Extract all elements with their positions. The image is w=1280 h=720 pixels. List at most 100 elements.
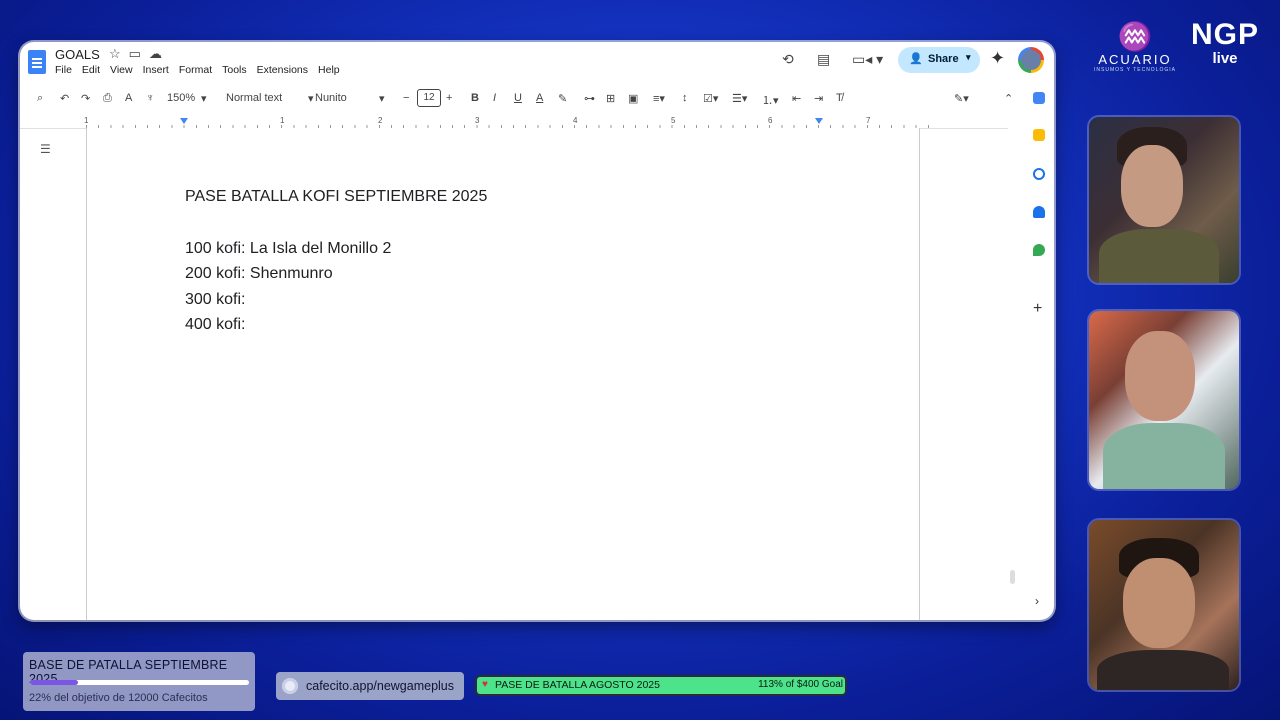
add-addon-icon[interactable]: + — [1033, 300, 1042, 318]
goal-progress-fill — [30, 680, 79, 685]
gemini-sparkle-icon[interactable]: ✦ — [990, 48, 1005, 69]
document-page[interactable]: PASE BATALLA KOFI SEPTIEMBRE 2025 100 ko… — [86, 128, 920, 620]
right-indent-marker[interactable] — [815, 118, 823, 124]
calendar-icon[interactable] — [1033, 92, 1045, 104]
chevron-down-icon: ▾ — [379, 93, 385, 105]
zoom-select[interactable]: 150% — [167, 92, 195, 104]
comments-icon[interactable]: ▤ — [817, 51, 830, 68]
formatting-toolbar: ⌕ ↶ ↷ ⎙ A ♆ 150% ▾ Normal text ▾ Nunito … — [30, 88, 1022, 112]
document-line[interactable]: 300 kofi: — [185, 287, 487, 313]
menu-file[interactable]: File — [55, 64, 72, 76]
increase-font-icon[interactable]: + — [446, 92, 452, 104]
streamer-shirt — [1103, 423, 1225, 489]
ruler-label: 3 — [475, 116, 480, 125]
bulleted-list-icon[interactable]: ☰▾ — [732, 92, 747, 105]
clear-formatting-icon[interactable]: T̸ — [836, 92, 843, 104]
share-button[interactable]: 👤 Share ▾ — [898, 47, 980, 73]
menu-bar: File Edit View Insert Format Tools Exten… — [55, 64, 340, 76]
meet-icon[interactable]: ▭◂ ▾ — [852, 51, 883, 68]
streamer-jacket — [1099, 229, 1219, 283]
document-body[interactable]: PASE BATALLA KOFI SEPTIEMBRE 2025 100 ko… — [185, 184, 487, 338]
increase-indent-icon[interactable]: ⇥ — [814, 92, 823, 105]
decrease-font-icon[interactable]: − — [403, 92, 409, 104]
streamer-face — [1123, 558, 1195, 648]
search-icon[interactable]: ⌕ — [37, 92, 43, 105]
document-line[interactable]: 400 kofi: — [185, 312, 487, 338]
font-size-input[interactable]: 12 — [417, 89, 441, 107]
cafecito-icon — [282, 678, 298, 694]
docs-logo-icon[interactable] — [28, 50, 46, 74]
font-select[interactable]: Nunito — [315, 92, 347, 104]
menu-format[interactable]: Format — [179, 64, 212, 76]
ruler-label: 5 — [671, 116, 676, 125]
menu-view[interactable]: View — [110, 64, 133, 76]
numbered-list-icon[interactable]: ⒈▾ — [762, 92, 779, 108]
document-title[interactable]: GOALS — [55, 47, 100, 62]
chevron-down-icon: ▾ — [201, 93, 207, 105]
menu-insert[interactable]: Insert — [143, 64, 169, 76]
decrease-indent-icon[interactable]: ⇤ — [792, 92, 801, 105]
ruler-label: 1 — [84, 116, 89, 125]
ngp-live-logo: NGP live — [1190, 20, 1260, 68]
streamer-shirt — [1097, 650, 1229, 690]
bold-icon[interactable]: B — [471, 92, 479, 104]
text-color-icon[interactable]: A — [536, 92, 543, 104]
document-line[interactable]: 200 kofi: Shenmunro — [185, 261, 487, 287]
ruler[interactable]: 1 1 2 3 4 5 6 7 — [20, 114, 1008, 129]
cafecito-link-widget: cafecito.app/newgameplus — [276, 672, 464, 700]
add-comment-icon[interactable]: ⊞ — [606, 92, 615, 105]
streamer-face — [1121, 145, 1183, 227]
ruler-label: 7 — [866, 116, 871, 125]
move-folder-icon[interactable]: ▭ — [129, 46, 149, 61]
menu-edit[interactable]: Edit — [82, 64, 100, 76]
contacts-icon[interactable] — [1033, 206, 1045, 218]
chevron-right-icon[interactable]: › — [1035, 594, 1039, 608]
stream-background: GOALS ☆▭☁ File Edit View Insert Format T… — [0, 0, 1280, 720]
highlight-icon[interactable]: ✎ — [558, 92, 567, 105]
acuario-logo-sub: INSUMOS Y TECNOLOGIA — [1094, 67, 1176, 73]
left-indent-marker[interactable] — [180, 118, 188, 124]
heart-icon: ♥ — [482, 679, 488, 690]
document-outline-icon[interactable]: ☰ — [40, 142, 51, 156]
people-icon: 👤 — [909, 53, 923, 65]
version-history-icon[interactable]: ⟲ — [782, 51, 794, 68]
align-icon[interactable]: ≡▾ — [653, 92, 665, 105]
print-icon[interactable]: ⎙ — [103, 92, 112, 105]
chevron-down-icon[interactable]: ▾ — [966, 52, 971, 63]
link-icon[interactable]: ⊶ — [584, 92, 595, 105]
cloud-status-icon[interactable]: ☁ — [149, 46, 170, 61]
star-icon[interactable]: ☆ — [109, 46, 129, 61]
account-avatar[interactable] — [1018, 47, 1044, 73]
goal-subtitle: 22% del objetivo de 12000 Cafecitos — [29, 692, 208, 704]
italic-icon[interactable]: I — [493, 92, 496, 104]
keep-icon[interactable] — [1033, 129, 1045, 141]
docs-window: GOALS ☆▭☁ File Edit View Insert Format T… — [20, 42, 1054, 620]
ruler-label: 6 — [768, 116, 773, 125]
editing-mode-icon[interactable]: ✎▾ — [954, 92, 969, 105]
document-heading[interactable]: PASE BATALLA KOFI SEPTIEMBRE 2025 — [185, 184, 487, 210]
checklist-icon[interactable]: ☑▾ — [703, 92, 718, 105]
menu-tools[interactable]: Tools — [222, 64, 247, 76]
side-panel: + › — [1025, 82, 1054, 620]
insert-image-icon[interactable]: ▣ — [628, 92, 638, 105]
vertical-scrollbar[interactable] — [1010, 570, 1015, 584]
redo-icon[interactable]: ↷ — [81, 92, 90, 105]
chevron-down-icon: ▾ — [308, 93, 314, 105]
line-spacing-icon[interactable]: ↕ — [682, 92, 688, 104]
menu-help[interactable]: Help — [318, 64, 340, 76]
tasks-icon[interactable] — [1033, 168, 1045, 180]
underline-icon[interactable]: U — [514, 92, 522, 104]
title-icons: ☆▭☁ — [109, 46, 170, 62]
acuario-logo-name: ACUARIO — [1098, 52, 1172, 67]
paint-format-icon[interactable]: ♆ — [146, 92, 154, 104]
goal-progress-track — [30, 680, 249, 685]
collapse-menus-icon[interactable]: ⌃ — [1004, 92, 1013, 105]
maps-icon[interactable] — [1033, 244, 1045, 256]
undo-icon[interactable]: ↶ — [60, 92, 69, 105]
cafecito-url: cafecito.app/newgameplus — [306, 679, 455, 693]
spellcheck-icon[interactable]: A — [125, 92, 132, 104]
document-line[interactable]: 100 kofi: La Isla del Monillo 2 — [185, 236, 487, 262]
menu-extensions[interactable]: Extensions — [257, 64, 308, 76]
ruler-label: 2 — [378, 116, 383, 125]
style-select[interactable]: Normal text — [226, 92, 282, 104]
